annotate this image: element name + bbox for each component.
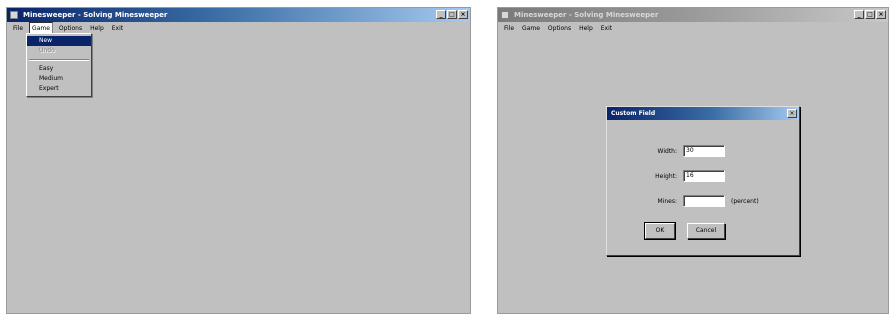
dialog-close-button[interactable]: × [787,109,797,118]
window-title: Minesweeper - Solving Minesweeper [514,11,659,19]
custom-field-dialog: Custom Field × Width: 30 Height: 16 Mine… [606,106,800,256]
minimize-button[interactable]: _ [854,10,864,19]
menu-file[interactable]: File [11,23,25,34]
mines-label: Mines: [657,198,678,205]
menu-help[interactable]: Help [577,23,595,34]
main-window-dialog-open: Minesweeper - Solving Minesweeper _ □ × … [497,7,889,314]
cancel-button[interactable]: Cancel [687,223,725,239]
menu-bar: File Game Options Help Exit [498,22,888,34]
maximize-button[interactable]: □ [447,10,457,19]
menu-game[interactable]: Game [520,23,542,34]
menu-options[interactable]: Options [546,23,573,34]
title-bar-inactive[interactable]: Minesweeper - Solving Minesweeper _ □ × [498,8,888,22]
menu-exit[interactable]: Exit [110,23,125,34]
close-button[interactable]: × [458,10,468,19]
height-label: Height: [655,173,677,180]
width-label: Width: [657,148,677,155]
dialog-title[interactable]: Custom Field [607,107,799,120]
menu-item-medium[interactable]: Medium [27,74,91,84]
height-input[interactable]: 16 [683,170,725,182]
game-dropdown-menu: New Undo Easy Medium Expert [26,33,92,97]
menu-help[interactable]: Help [88,23,106,34]
ok-button[interactable]: OK [644,222,676,240]
menu-item-undo[interactable]: Undo [27,46,91,56]
title-bar[interactable]: Minesweeper - Solving Minesweeper _ □ × [7,8,470,22]
mines-unit-note: (percent) [731,198,759,205]
menu-file[interactable]: File [502,23,516,34]
width-input[interactable]: 30 [683,145,725,157]
minimize-button[interactable]: _ [436,10,446,19]
app-icon[interactable] [501,11,509,19]
app-icon[interactable] [10,11,18,19]
menu-item-new[interactable]: New [27,36,91,46]
mines-input[interactable] [683,195,725,207]
maximize-button[interactable]: □ [865,10,875,19]
close-button[interactable]: × [876,10,886,19]
window-title: Minesweeper - Solving Minesweeper [23,11,168,19]
menu-separator [29,59,89,61]
menu-item-easy[interactable]: Easy [27,64,91,74]
menu-item-expert[interactable]: Expert [27,84,91,94]
menu-options[interactable]: Options [57,23,84,34]
menu-exit[interactable]: Exit [599,23,614,34]
